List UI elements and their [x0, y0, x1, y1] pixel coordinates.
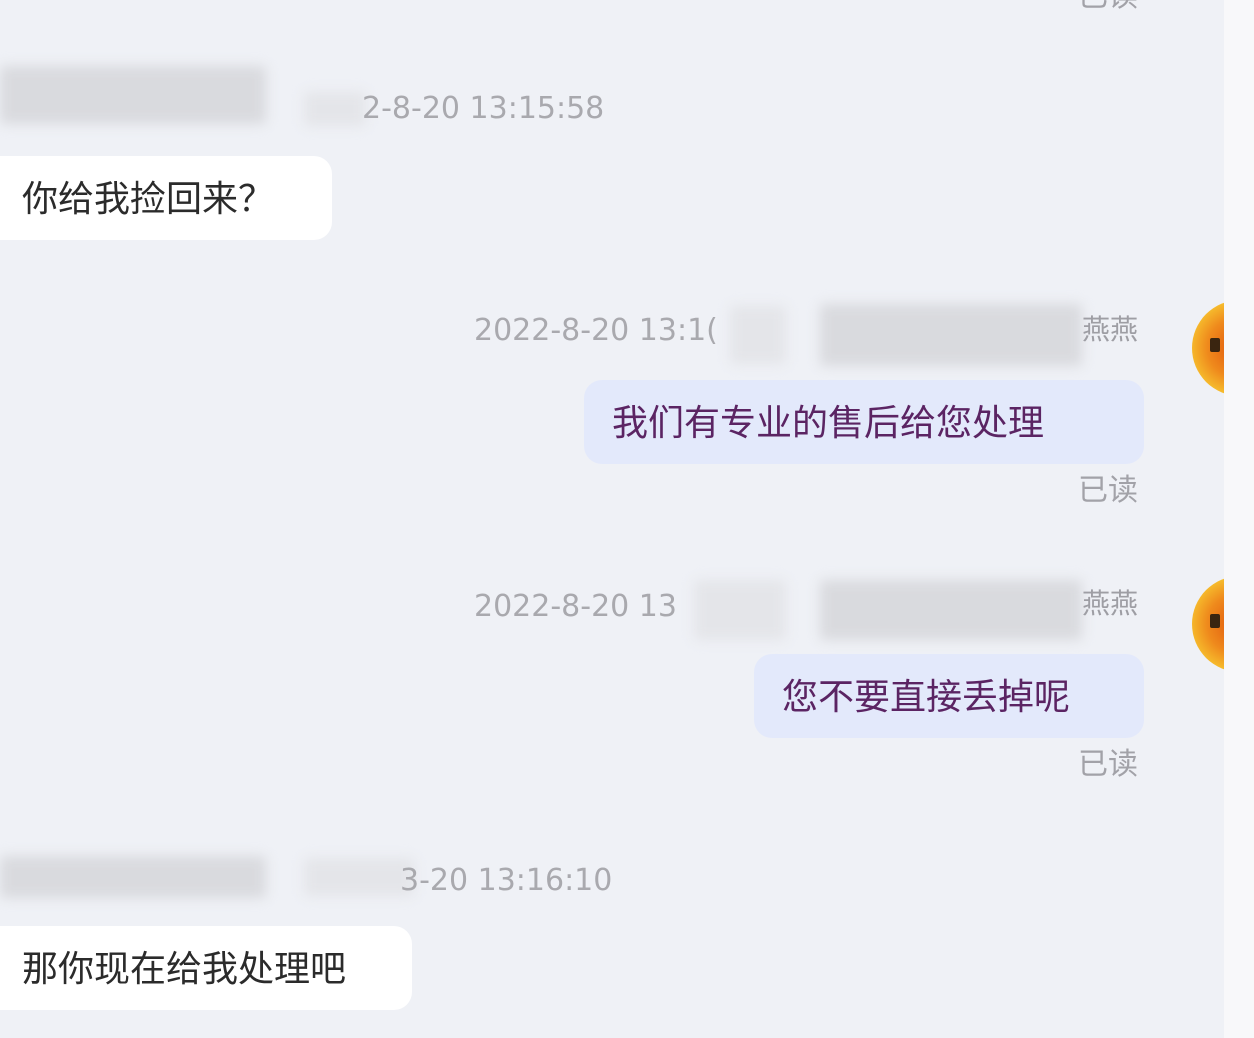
side-panel-edge: [1224, 0, 1254, 1038]
sender-name-redacted: [0, 856, 266, 898]
sender-name-redacted: [820, 304, 1082, 366]
sender-name-redacted: [820, 580, 1082, 640]
incoming-message-bubble[interactable]: 你给我捡回来？: [0, 156, 332, 240]
avatar-icon[interactable]: [1192, 300, 1224, 396]
sender-name-redacted: [0, 66, 266, 124]
message-timestamp: 2022-8-20 13: [474, 589, 677, 624]
message-timestamp: 3-20 13:16:10: [400, 863, 613, 898]
sender-name: 燕燕: [1082, 313, 1139, 346]
timestamp-redacted-part: [304, 92, 366, 126]
message-timestamp: 2022-8-20 13:1(: [474, 313, 718, 348]
chat-message-list[interactable]: 已读 2-8-20 13:15:58 你给我捡回来？ 2022-8-20 13:…: [0, 0, 1224, 1038]
read-status: 已读: [1078, 747, 1138, 782]
timestamp-redacted-part: [694, 580, 786, 640]
sender-name: 燕燕: [1082, 587, 1139, 620]
read-status-top: 已读: [1078, 0, 1138, 12]
timestamp-redacted-part: [304, 858, 414, 896]
outgoing-message-bubble[interactable]: 您不要直接丢掉呢: [754, 654, 1144, 738]
read-status: 已读: [1078, 473, 1138, 508]
incoming-message-bubble[interactable]: 那你现在给我处理吧: [0, 926, 412, 1010]
message-timestamp: 2-8-20 13:15:58: [362, 91, 605, 126]
timestamp-redacted-part: [730, 306, 786, 364]
avatar-icon[interactable]: [1192, 576, 1224, 672]
outgoing-message-bubble[interactable]: 我们有专业的售后给您处理: [584, 380, 1144, 464]
